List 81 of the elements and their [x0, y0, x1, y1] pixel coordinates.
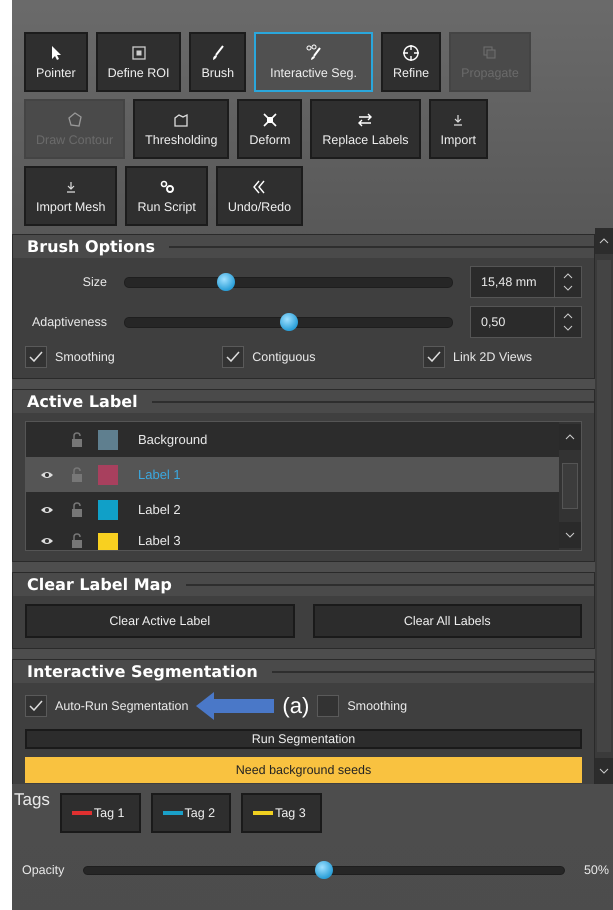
section-title: Interactive Segmentation — [26, 661, 259, 683]
clear-button[interactable]: Clear All Labels — [312, 604, 582, 638]
spin-box[interactable]: 15,48 mm — [470, 266, 582, 298]
slider-label: Size — [82, 275, 107, 289]
tag-button[interactable]: Tag 1 — [60, 793, 141, 833]
opacity-reading: 50% — [584, 863, 609, 877]
opacity-slider[interactable] — [83, 860, 565, 880]
polygon-icon — [66, 111, 84, 129]
eye-icon[interactable] — [40, 470, 54, 480]
check-icon — [29, 351, 43, 363]
checkbox-label: Link 2D Views — [453, 350, 532, 364]
opacity-label: Opacity — [22, 863, 64, 877]
frame-icon — [172, 111, 190, 129]
slider-thumb[interactable] — [280, 313, 298, 331]
tool-button[interactable]: Deform — [237, 99, 302, 159]
tool-button[interactable]: Thresholding — [133, 99, 230, 159]
annotation-label: (a) — [282, 693, 310, 719]
checkbox[interactable] — [423, 346, 446, 368]
slider-thumb[interactable] — [315, 861, 334, 879]
swap-arrows-icon — [356, 111, 374, 129]
tool-button[interactable]: Undo/Redo — [216, 166, 304, 226]
tool-button[interactable]: Brush — [189, 32, 246, 92]
section-title: Clear Label Map — [26, 574, 173, 596]
checkbox-label: Smoothing — [347, 699, 408, 713]
tool-button[interactable]: Import — [428, 99, 488, 159]
padlock-icon[interactable] — [70, 432, 84, 448]
chevron-up-icon — [599, 238, 609, 244]
chevron-down-icon — [563, 285, 573, 291]
chevron-up-icon — [565, 434, 575, 440]
slider-label: Adaptiveness — [30, 315, 107, 329]
spin-box[interactable]: 0,50 — [470, 306, 582, 338]
slider-track[interactable] — [124, 312, 453, 332]
check-icon — [427, 351, 442, 363]
checkbox[interactable] — [25, 346, 47, 368]
tool-button[interactable]: Pointer — [24, 32, 88, 92]
scrollbar-thumb[interactable] — [562, 463, 578, 509]
check-icon — [226, 351, 240, 363]
tool-button[interactable]: Run Script — [125, 166, 208, 226]
eye-icon[interactable] — [40, 536, 54, 546]
tool-button[interactable]: Import Mesh — [24, 166, 118, 226]
chevron-down-icon — [599, 768, 609, 774]
clear-button[interactable]: Clear Active Label — [25, 604, 294, 638]
checkbox-label: Smoothing — [55, 350, 115, 364]
eye-icon[interactable] — [40, 504, 54, 514]
scroll-down-button[interactable] — [595, 758, 613, 784]
x-arrows-icon — [260, 111, 279, 129]
check-icon — [29, 700, 43, 712]
crosshair-icon — [402, 44, 420, 62]
checkbox[interactable] — [317, 695, 340, 717]
status-banner: Need background seeds — [25, 757, 582, 783]
checkbox[interactable] — [222, 346, 244, 368]
label-name: Label 1 — [138, 467, 181, 482]
run-segmentation-button[interactable]: Run Segmentation — [25, 729, 582, 749]
padlock-icon[interactable] — [70, 533, 84, 549]
slider-thumb[interactable] — [216, 273, 235, 291]
checkbox[interactable] — [25, 695, 47, 717]
dots-brush-icon — [304, 44, 323, 62]
section-title: Active Label — [26, 391, 139, 413]
tool-button[interactable]: Refine — [380, 32, 442, 92]
tool-button[interactable]: Define ROI — [96, 32, 182, 92]
scroll-up-button[interactable] — [595, 228, 613, 254]
chevron-down-icon — [565, 532, 575, 538]
label-name: Label 3 — [138, 533, 181, 548]
chevron-up-icon — [563, 273, 573, 279]
checkbox-label: Auto-Run Segmentation — [55, 699, 188, 713]
scroll-down-button[interactable] — [559, 522, 581, 548]
chevron-up-icon — [563, 313, 573, 319]
padlock-icon[interactable] — [70, 502, 84, 518]
tool-button[interactable]: Replace Labels — [310, 99, 421, 159]
label-name: Background — [138, 432, 208, 447]
scroll-up-button[interactable] — [559, 424, 581, 450]
tag-button[interactable]: Tag 3 — [241, 793, 322, 833]
slider-track[interactable] — [124, 272, 453, 292]
gears-icon — [158, 178, 176, 196]
tool-button[interactable]: Interactive Seg. — [254, 32, 373, 92]
chevron-down-icon — [563, 325, 573, 331]
tags-label: Tags — [14, 790, 50, 810]
checkbox-label: Contiguous — [252, 350, 316, 364]
tag-button[interactable]: Tag 2 — [150, 793, 232, 833]
label-name: Label 2 — [138, 502, 181, 517]
section-title: Brush Options — [26, 236, 156, 258]
